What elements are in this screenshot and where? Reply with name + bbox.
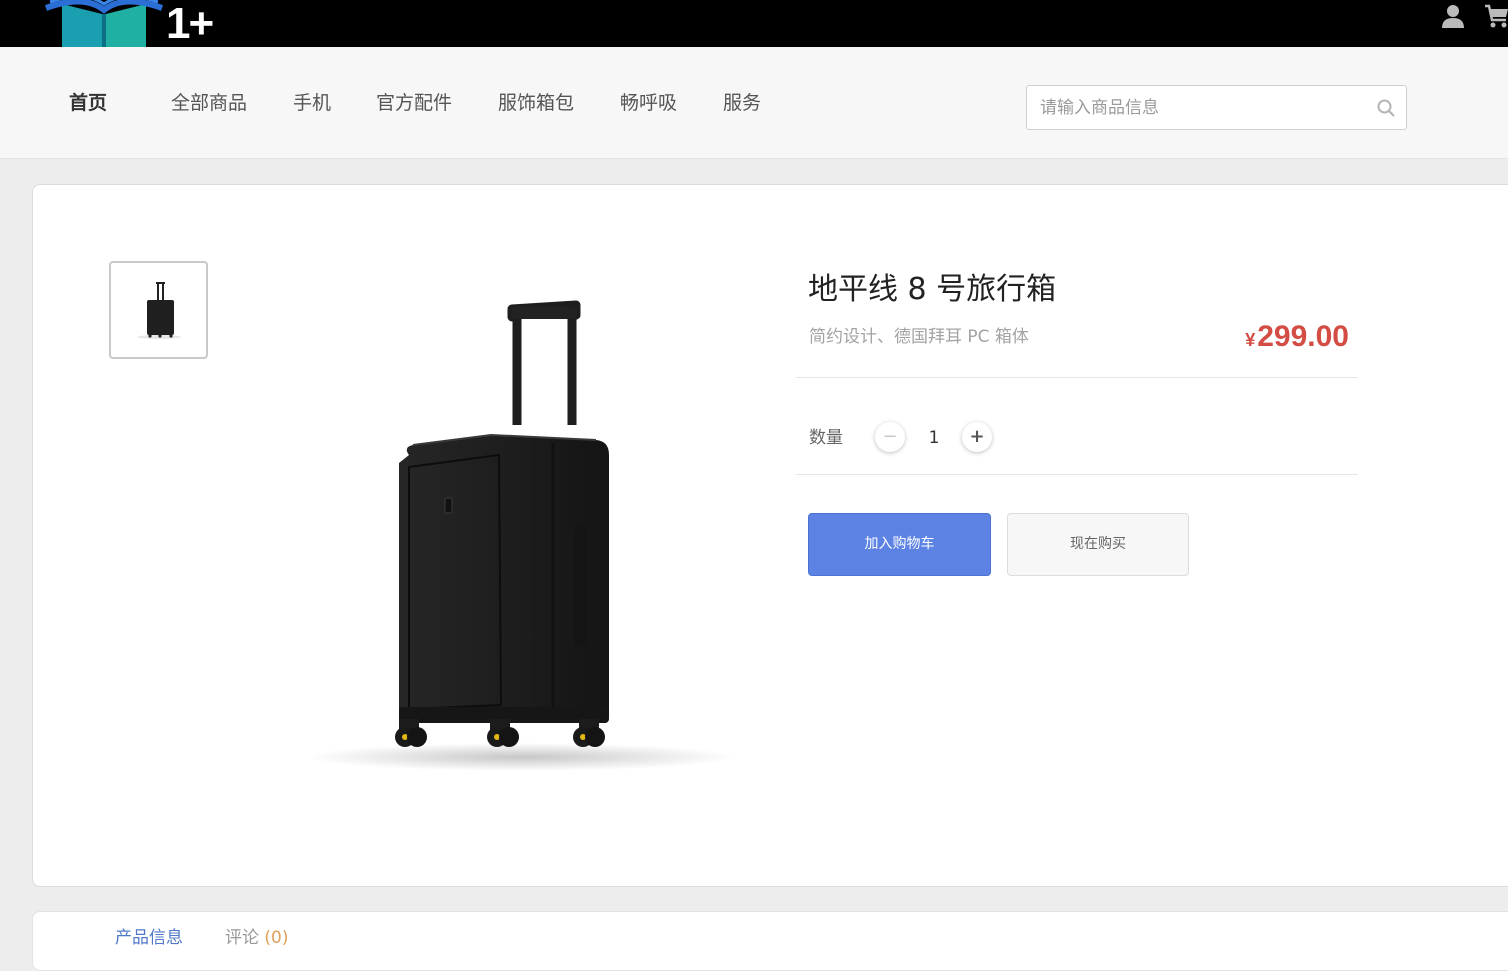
tab-product-info[interactable]: 产品信息 bbox=[115, 926, 183, 950]
quantity-plus-button[interactable]: + bbox=[962, 422, 992, 452]
nav-item-service[interactable]: 服务 bbox=[723, 91, 761, 115]
tab-reviews-label: 评论 bbox=[225, 928, 259, 948]
nav-item-all-products[interactable]: 全部商品 bbox=[171, 91, 247, 115]
buy-now-button[interactable]: 现在购买 bbox=[1007, 513, 1189, 576]
user-icon[interactable] bbox=[1440, 3, 1466, 29]
main-nav: 首页 全部商品 手机 官方配件 服饰箱包 畅呼吸 服务 bbox=[0, 47, 1508, 159]
search-box bbox=[1026, 85, 1407, 130]
cart-icon[interactable] bbox=[1484, 3, 1508, 29]
product-tabs: 产品信息 评论 (0) bbox=[32, 911, 1508, 971]
product-thumbnail[interactable] bbox=[109, 261, 208, 359]
nav-item-accessories[interactable]: 官方配件 bbox=[376, 91, 452, 115]
suitcase-thumbnail-image bbox=[137, 282, 181, 339]
logo-text: 1+ bbox=[166, 0, 214, 48]
divider bbox=[796, 474, 1358, 475]
product-price: ¥299.00 bbox=[1093, 317, 1349, 362]
divider bbox=[796, 377, 1358, 378]
price-amount: 299.00 bbox=[1257, 320, 1349, 353]
quantity-minus-button[interactable]: − bbox=[875, 422, 905, 452]
logo-book-icon bbox=[44, 0, 164, 47]
top-bar: 1+ bbox=[0, 0, 1508, 47]
tab-reviews[interactable]: 评论 (0) bbox=[225, 926, 289, 950]
quantity-label: 数量 bbox=[809, 428, 843, 448]
product-main-image bbox=[291, 295, 761, 795]
product-title: 地平线 8 号旅行箱 bbox=[808, 272, 1057, 307]
quantity-value[interactable]: 1 bbox=[923, 425, 945, 451]
nav-item-breathe[interactable]: 畅呼吸 bbox=[620, 91, 677, 115]
nav-item-apparel-bags[interactable]: 服饰箱包 bbox=[498, 91, 574, 115]
product-card: 地平线 8 号旅行箱 简约设计、德国拜耳 PC 箱体 ¥299.00 数量 − … bbox=[32, 184, 1508, 887]
nav-item-home[interactable]: 首页 bbox=[69, 91, 107, 115]
search-input[interactable] bbox=[1027, 86, 1367, 129]
price-currency: ¥ bbox=[1245, 330, 1256, 350]
nav-item-phones[interactable]: 手机 bbox=[293, 91, 331, 115]
logo[interactable] bbox=[44, 0, 164, 47]
product-subtitle: 简约设计、德国拜耳 PC 箱体 bbox=[809, 327, 1029, 347]
add-to-cart-button[interactable]: 加入购物车 bbox=[808, 513, 991, 576]
review-count: (0) bbox=[264, 928, 289, 948]
search-icon[interactable] bbox=[1376, 98, 1396, 118]
